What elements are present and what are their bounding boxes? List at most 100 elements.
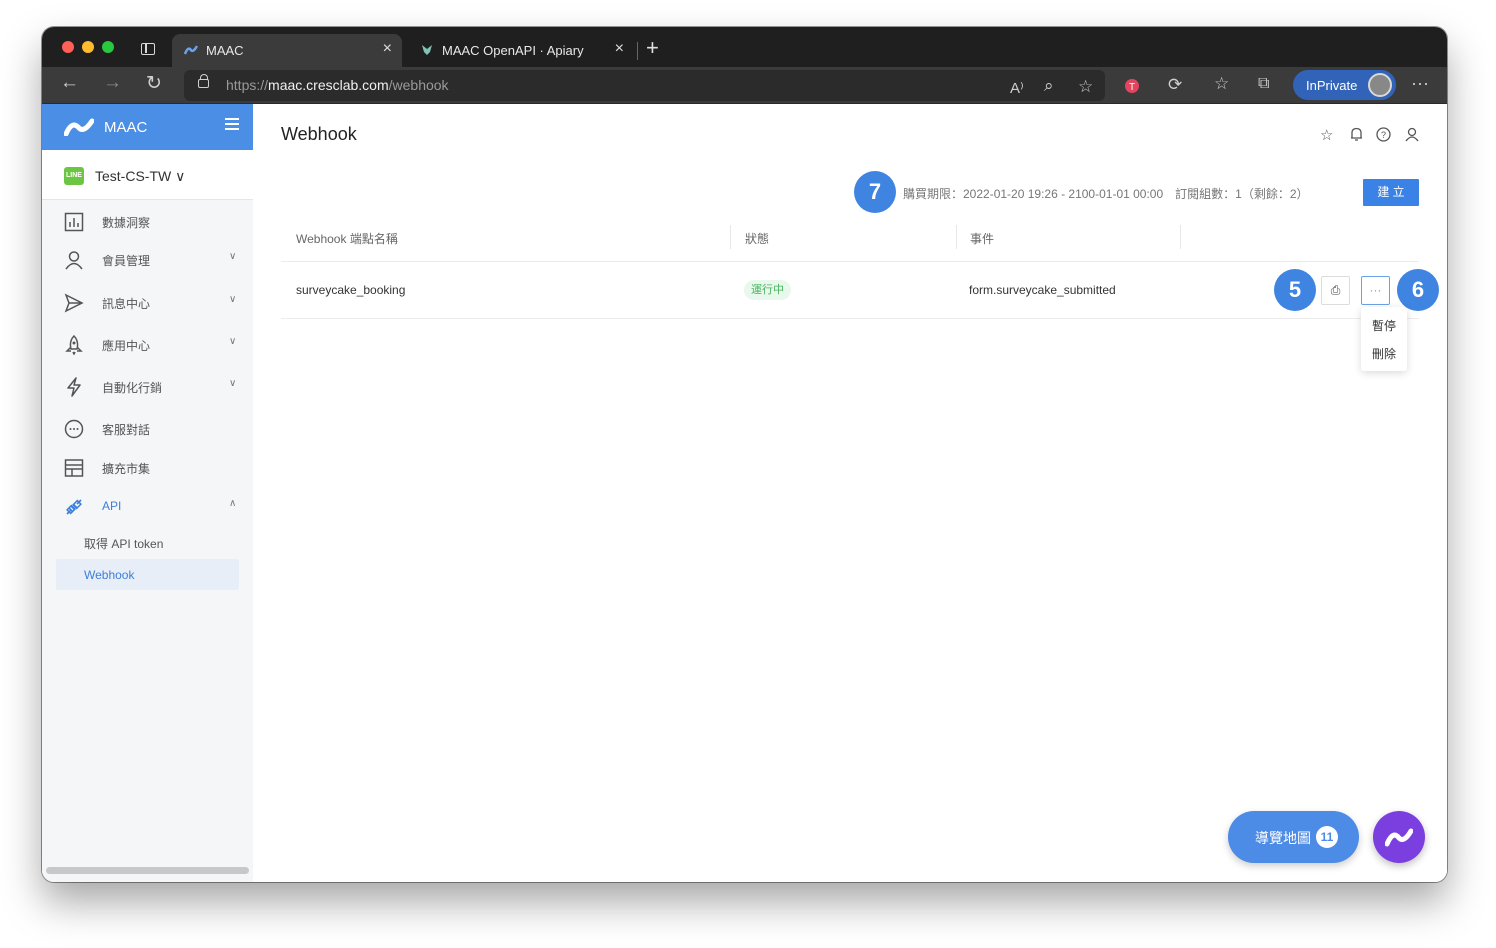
tour-map-label: 導覽地圖 xyxy=(1255,830,1311,846)
create-button[interactable]: 建 立 xyxy=(1363,179,1419,206)
new-tab-button[interactable]: + xyxy=(646,35,659,61)
column-divider xyxy=(956,225,957,249)
sidebar-item-chat[interactable]: 客服對話 xyxy=(42,410,253,448)
chevron-down-icon: ∨ xyxy=(229,378,237,389)
table-row-divider xyxy=(281,318,1419,319)
sidebar-item-label: 自動化行銷 xyxy=(102,381,163,395)
sidebar-item-label: API xyxy=(102,499,122,513)
tab-apiary[interactable]: MAAC OpenAPI · Apiary × xyxy=(408,34,634,67)
brand-header: MAAC xyxy=(42,104,253,150)
webhook-event: form.surveycake_submitted xyxy=(969,283,1116,297)
sidebar-item-label: 數據洞察 xyxy=(102,216,151,230)
minimize-window-button[interactable] xyxy=(82,41,94,53)
sidebar-item-api[interactable]: API ∧ xyxy=(42,488,253,526)
ellipsis-icon: ··· xyxy=(1369,283,1382,297)
webhook-name: surveycake_booking xyxy=(296,283,406,297)
sidebar-item-automation[interactable]: 自動化行銷 ∨ xyxy=(42,368,253,406)
sidebar-item-insights[interactable]: 數據洞察 xyxy=(42,203,253,241)
chevron-up-icon: ∧ xyxy=(229,498,237,509)
help-icon[interactable]: ? xyxy=(1376,127,1391,142)
chat-icon xyxy=(64,419,84,439)
column-header-event: 事件 xyxy=(970,232,995,246)
sidebar-subitem-webhook[interactable]: Webhook xyxy=(56,559,239,590)
svg-text:T: T xyxy=(1129,82,1135,93)
tour-map-button[interactable]: 導覽地圖 11 xyxy=(1228,811,1359,863)
menu-item-delete[interactable]: 刪除 xyxy=(1372,345,1396,362)
inprivate-button[interactable]: InPrivate xyxy=(1293,70,1396,100)
menu-item-pause[interactable]: 暫停 xyxy=(1372,317,1396,334)
url-text[interactable]: https://maac.cresclab.com/webhook xyxy=(226,77,449,93)
tab-title: MAAC xyxy=(206,43,244,58)
browser-window: MAAC × MAAC OpenAPI · Apiary × + ← → ↻ h… xyxy=(42,27,1447,882)
plug-icon xyxy=(66,499,82,515)
forward-button[interactable]: → xyxy=(103,72,122,94)
status-badge: 運行中 xyxy=(744,280,791,300)
user-icon[interactable] xyxy=(1405,127,1419,142)
lock-icon[interactable] xyxy=(198,74,209,88)
sidebar-item-messages[interactable]: 訊息中心 ∨ xyxy=(42,284,253,322)
account-name[interactable]: Test-CS-TW ∨ xyxy=(95,168,185,185)
back-button[interactable]: ← xyxy=(60,72,79,94)
star-icon[interactable]: ☆ xyxy=(1320,126,1333,144)
tab-close-button[interactable]: × xyxy=(615,40,624,58)
browser-menu-button[interactable]: ··· xyxy=(1411,73,1429,94)
maac-logo-icon xyxy=(1385,828,1413,847)
reload-button[interactable]: ↻ xyxy=(146,72,162,95)
annotation-badge-7: 7 xyxy=(854,171,896,213)
profile-avatar xyxy=(1368,73,1392,97)
extensions-icon[interactable]: ⟳ xyxy=(1168,75,1182,95)
lightning-icon xyxy=(67,377,81,397)
browser-toolbar: ← → ↻ https://maac.cresclab.com/webhook … xyxy=(42,67,1447,104)
sidebar-item-label: 訊息中心 xyxy=(102,297,151,311)
annotation-badge-6: 6 xyxy=(1397,269,1439,311)
sidebar-item-label: 客服對話 xyxy=(102,423,151,437)
tab-maac[interactable]: MAAC × xyxy=(172,34,402,67)
sidebar-subitem-label: 取得 API token xyxy=(84,537,164,551)
chevron-down-icon: ∨ xyxy=(229,294,237,305)
line-logo-icon: LINE xyxy=(64,167,84,185)
close-window-button[interactable] xyxy=(62,41,74,53)
more-actions-button[interactable]: ··· xyxy=(1361,276,1390,305)
maac-favicon-icon xyxy=(184,45,198,55)
sidebar-subitem-label: Webhook xyxy=(84,568,135,582)
add-favorite-icon[interactable]: ☆ xyxy=(1078,77,1093,97)
table-divider xyxy=(281,261,1419,262)
column-header-name: Webhook 端點名稱 xyxy=(296,232,398,246)
chart-icon xyxy=(64,212,84,232)
chevron-down-icon: ∨ xyxy=(229,251,237,262)
chat-fab-button[interactable] xyxy=(1373,811,1425,863)
menu-toggle-icon[interactable] xyxy=(225,118,239,130)
tab-divider xyxy=(637,42,638,60)
tab-close-button[interactable]: × xyxy=(383,40,392,58)
address-bar[interactable]: https://maac.cresclab.com/webhook A⁾ ⌕ ☆ xyxy=(184,70,1105,101)
page-title: Webhook xyxy=(281,124,357,144)
sidebar-subitem-api-token[interactable]: 取得 API token xyxy=(56,526,239,557)
sidebar-item-marketplace[interactable]: 擴充市集 xyxy=(42,449,253,487)
collections-icon[interactable]: ⧉ xyxy=(1258,75,1269,93)
sidebar-scrollbar[interactable] xyxy=(46,867,249,874)
document-icon: ⎙ xyxy=(1330,283,1341,297)
tour-count-badge: 11 xyxy=(1316,826,1338,848)
maximize-window-button[interactable] xyxy=(102,41,114,53)
column-divider xyxy=(730,225,731,249)
main-content: Webhook ☆ ? 7 購買期限：2022-01-20 19:26 - 21… xyxy=(253,104,1447,882)
read-aloud-icon[interactable]: A⁾ xyxy=(1010,79,1024,97)
extension-icon[interactable]: T xyxy=(1124,78,1140,94)
favorites-icon[interactable]: ☆ xyxy=(1214,74,1229,94)
page: MAAC LINE Test-CS-TW ∨ 數據洞察 會員管理 ∨ 訊息中心 … xyxy=(42,104,1447,882)
purchase-info: 購買期限：2022-01-20 19:26 - 2100-01-01 00:00… xyxy=(903,187,1309,201)
bell-icon[interactable] xyxy=(1350,127,1363,141)
annotation-badge-5: 5 xyxy=(1274,269,1316,311)
tab-bar: MAAC × MAAC OpenAPI · Apiary × + xyxy=(42,27,1447,67)
column-header-status: 狀態 xyxy=(745,232,770,246)
account-switcher[interactable]: LINE Test-CS-TW ∨ xyxy=(42,150,253,200)
detail-button[interactable]: ⎙ xyxy=(1321,276,1350,305)
sidebar-toggle-icon[interactable] xyxy=(141,43,155,55)
sidebar-item-members[interactable]: 會員管理 ∨ xyxy=(42,241,253,279)
apiary-favicon-icon xyxy=(422,45,432,55)
rocket-icon xyxy=(65,335,83,355)
zoom-icon[interactable]: ⌕ xyxy=(1044,76,1054,96)
sidebar-item-apps[interactable]: 應用中心 ∨ xyxy=(42,326,253,364)
sidebar-item-label: 會員管理 xyxy=(102,254,151,268)
chevron-down-icon: ∨ xyxy=(229,336,237,347)
